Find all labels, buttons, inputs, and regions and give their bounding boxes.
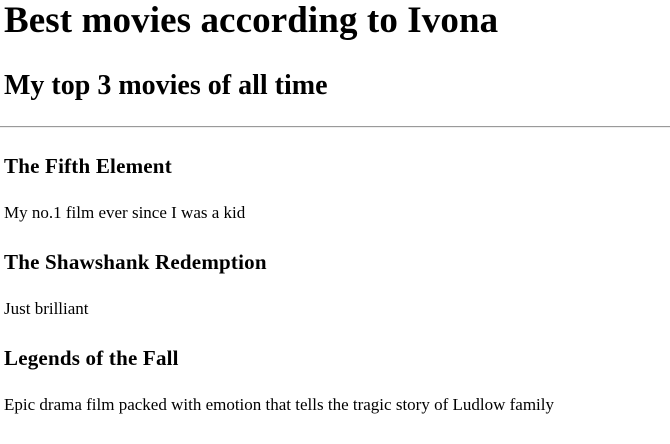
page: Best movies according to Ivona My top 3 … <box>0 0 670 415</box>
movie-description: Just brilliant <box>4 299 89 318</box>
movie-title: The Shawshank Redemption <box>4 250 267 274</box>
movie-title: The Fifth Element <box>4 154 172 178</box>
movie-item: The Fifth Element My no.1 film ever sinc… <box>4 128 666 223</box>
movie-item: The Shawshank Redemption Just brilliant <box>4 250 666 319</box>
movie-item: Legends of the Fall Epic drama film pack… <box>4 346 666 415</box>
movie-description: Epic drama film packed with emotion that… <box>4 395 554 414</box>
page-title: Best movies according to Ivona <box>4 0 499 41</box>
page-subtitle: My top 3 movies of all time <box>4 70 328 101</box>
movie-description: My no.1 film ever since I was a kid <box>4 203 246 222</box>
movie-title: Legends of the Fall <box>4 346 179 370</box>
